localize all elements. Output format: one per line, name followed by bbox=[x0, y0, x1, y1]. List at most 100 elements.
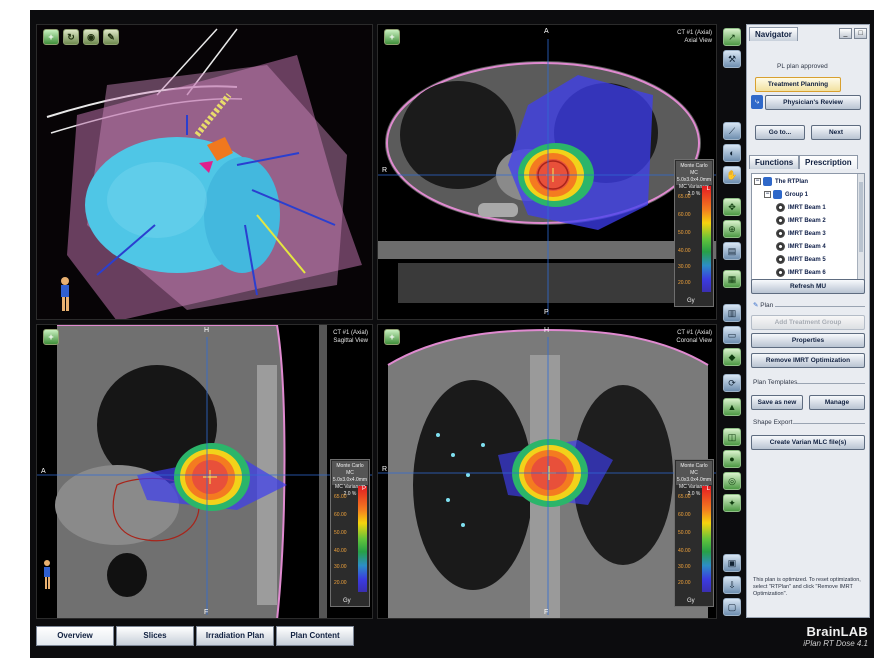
orientation-top: H bbox=[544, 327, 550, 334]
grid-icon[interactable]: ▥ bbox=[723, 304, 741, 322]
orientation-left: A bbox=[41, 468, 46, 475]
navigator-tab[interactable]: Navigator bbox=[749, 27, 798, 41]
maximize-icon[interactable]: □ bbox=[854, 28, 867, 39]
zoom-icon[interactable]: + bbox=[43, 329, 59, 345]
settings-icon[interactable]: ✎ bbox=[103, 29, 119, 45]
legend-header: Monte Carlo MC 5.0x3.0x4.0mm MC Variance: … bbox=[676, 161, 712, 197]
legend-tick: 20.00 bbox=[678, 280, 691, 286]
target-icon[interactable]: ◎ bbox=[723, 472, 741, 490]
physicians-review-step[interactable]: Physician's Review bbox=[765, 95, 861, 110]
orientation-bottom: F bbox=[544, 609, 549, 616]
legend-header: Monte Carlo MC 5.0x3.0x4.0mm MC Variance: … bbox=[676, 461, 712, 497]
add-treatment-group-button[interactable]: Add Treatment Group bbox=[751, 315, 865, 330]
orientation-left: R bbox=[382, 167, 388, 174]
chart-icon[interactable]: ▲ bbox=[723, 398, 741, 416]
measure-icon[interactable]: ⟋ bbox=[723, 122, 741, 140]
orientation-top: A bbox=[544, 28, 549, 35]
camera-icon[interactable]: ◉ bbox=[83, 29, 99, 45]
orientation-bottom: F bbox=[204, 609, 209, 616]
create-varian-mlc-button[interactable]: Create Varian MLC file(s) bbox=[751, 435, 865, 450]
vertical-toolbar: ↗ ⚒ ⟋ ◐ ✋ ✥ ⊕ ▤ ▦ ▥ ▭ ◆ ⟳ ▲ ◫ ● ◎ ✦ ▣ ⇩ … bbox=[722, 24, 742, 618]
coronal-view[interactable]: CT #1 (Axial) Coronal View H F R + Monte… bbox=[377, 324, 717, 619]
tree-beam[interactable]: IMRT Beam 3 bbox=[776, 228, 826, 240]
tree-beam[interactable]: IMRT Beam 1 bbox=[776, 202, 826, 214]
plan-tree: − The RTPlan − Group 1 IMRT Beam 1 IMRT Be… bbox=[751, 173, 865, 283]
orientation-top: H bbox=[204, 327, 210, 334]
rotate-icon[interactable]: ↻ bbox=[63, 29, 79, 45]
tab-overview[interactable]: Overview bbox=[36, 626, 114, 646]
tree-root[interactable]: − The RTPlan bbox=[754, 176, 808, 188]
refresh-icon[interactable]: ⟳ bbox=[723, 374, 741, 392]
sagittal-view[interactable]: CT #1 (Axial) Sagittal View H F A + Mont… bbox=[36, 324, 373, 619]
refresh-mu-button[interactable]: Refresh MU bbox=[751, 279, 865, 294]
tree-group[interactable]: − Group 1 bbox=[764, 189, 808, 201]
legend-tick: 65.00 bbox=[334, 494, 347, 500]
zoom-icon[interactable]: + bbox=[384, 29, 400, 45]
next-button[interactable]: Next bbox=[811, 125, 861, 140]
legend-tick: 60.00 bbox=[678, 512, 691, 518]
zoom-in-icon[interactable]: ⊕ bbox=[723, 220, 741, 238]
plan-status: PL plan approved bbox=[777, 63, 828, 70]
axial-view-toolbar: + bbox=[384, 29, 400, 45]
mlc-icon[interactable]: ▭ bbox=[723, 326, 741, 344]
legend-tick: 50.00 bbox=[334, 530, 347, 536]
3d-view[interactable]: + ↻ ◉ ✎ bbox=[36, 24, 373, 320]
coronal-view-label: CT #1 (Axial) Coronal View bbox=[676, 330, 712, 344]
orientation-left: R bbox=[382, 466, 388, 473]
tab-prescription[interactable]: Prescription bbox=[799, 155, 858, 169]
tree-beam[interactable]: IMRT Beam 4 bbox=[776, 241, 826, 253]
remove-imrt-optimization-button[interactable]: Remove IMRT Optimization bbox=[751, 353, 865, 368]
beam-icon[interactable]: ✦ bbox=[723, 494, 741, 512]
axial-view[interactable]: CT #1 (Axial) Axial View A P R + Monte C… bbox=[377, 24, 717, 320]
zoom-icon[interactable]: + bbox=[43, 29, 59, 45]
dose-legend: Monte Carlo MC 5.0x3.0x4.0mm MC Variance: … bbox=[674, 459, 714, 607]
zoom-icon[interactable]: + bbox=[384, 329, 400, 345]
tab-slices[interactable]: Slices bbox=[116, 626, 194, 646]
shape-export-label: Shape Export bbox=[753, 419, 793, 426]
legend-side-label: L bbox=[706, 486, 710, 492]
application-window: + ↻ ◉ ✎ CT #1 (Axial) Axial View A P R +… bbox=[30, 10, 874, 658]
window-level-icon[interactable]: ◐ bbox=[723, 144, 741, 162]
minimize-icon[interactable]: _ bbox=[839, 28, 852, 39]
goto-button[interactable]: Go to... bbox=[755, 125, 805, 140]
legend-tick: 30.00 bbox=[334, 564, 347, 570]
legend-tick: 65.00 bbox=[678, 194, 691, 200]
hand-icon[interactable]: ✋ bbox=[723, 166, 741, 184]
slice-icon[interactable]: ▤ bbox=[723, 242, 741, 260]
save-icon[interactable]: ▢ bbox=[723, 598, 741, 616]
layout-icon[interactable]: ▦ bbox=[723, 270, 741, 288]
screenshot-icon[interactable]: ◫ bbox=[723, 428, 741, 446]
properties-button[interactable]: Properties bbox=[751, 333, 865, 348]
legend-tick: 65.00 bbox=[678, 494, 691, 500]
3d-render bbox=[37, 25, 372, 319]
export-icon[interactable]: ⇩ bbox=[723, 576, 741, 594]
legend-tick: 20.00 bbox=[678, 580, 691, 586]
legend-tick: 30.00 bbox=[678, 564, 691, 570]
sphere-icon[interactable]: ● bbox=[723, 450, 741, 468]
tab-functions[interactable]: Functions bbox=[749, 155, 800, 169]
divider bbox=[775, 306, 865, 307]
pan-icon[interactable]: ✥ bbox=[723, 198, 741, 216]
tree-scrollbar[interactable] bbox=[857, 174, 864, 282]
legend-side-label: P bbox=[361, 486, 366, 492]
legend-tick: 40.00 bbox=[678, 248, 691, 254]
tab-irradiation-plan[interactable]: Irradiation Plan bbox=[196, 626, 274, 646]
legend-tick: 20.00 bbox=[334, 580, 347, 586]
legend-tick: 60.00 bbox=[334, 512, 347, 518]
dose-color-bar bbox=[702, 186, 711, 292]
treatment-planning-step[interactable]: Treatment Planning bbox=[755, 77, 841, 92]
dose-icon[interactable]: ◆ bbox=[723, 348, 741, 366]
tree-beam[interactable]: IMRT Beam 5 bbox=[776, 254, 826, 266]
save-as-new-button[interactable]: Save as new bbox=[751, 395, 803, 410]
sagittal-ct-render bbox=[37, 325, 372, 618]
move-icon[interactable]: ↗ bbox=[723, 28, 741, 46]
legend-unit: Gy bbox=[687, 598, 695, 604]
wrench-icon[interactable]: ⚒ bbox=[723, 50, 741, 68]
tree-beam[interactable]: IMRT Beam 6 bbox=[776, 267, 826, 279]
print-icon[interactable]: ▣ bbox=[723, 554, 741, 572]
axial-ct-render bbox=[378, 25, 716, 319]
dose-color-bar bbox=[358, 486, 367, 592]
tab-plan-content[interactable]: Plan Content bbox=[276, 626, 354, 646]
tree-beam[interactable]: IMRT Beam 2 bbox=[776, 215, 826, 227]
manage-button[interactable]: Manage bbox=[809, 395, 865, 410]
